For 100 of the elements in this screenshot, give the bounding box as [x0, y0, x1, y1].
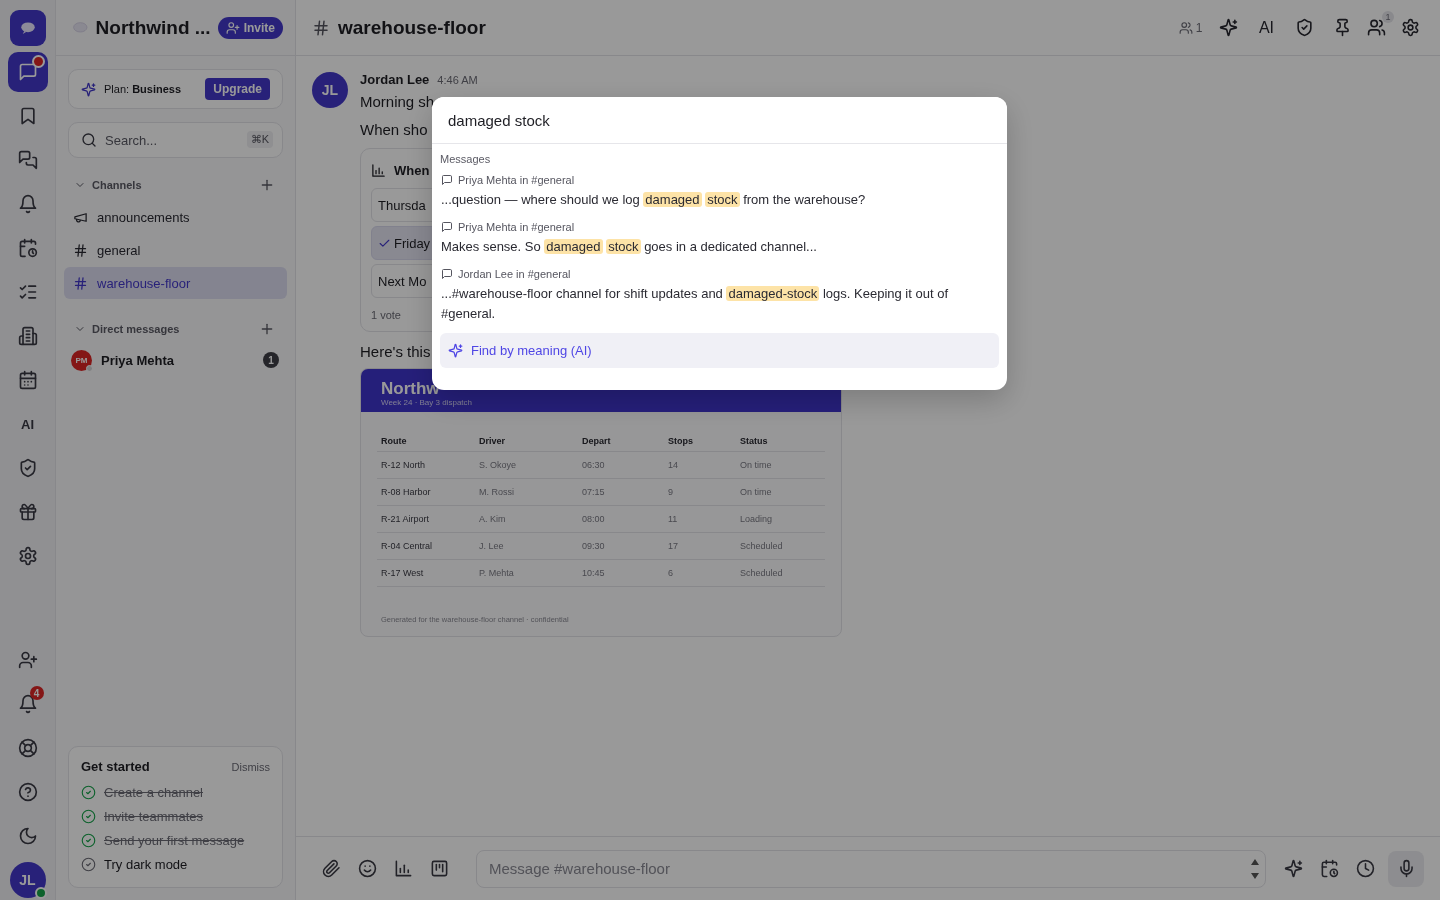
task-label[interactable]: Invite teammates — [104, 808, 203, 824]
upgrade-button[interactable]: Upgrade — [205, 78, 270, 100]
chat-bubble-icon — [17, 62, 38, 82]
building-icon — [17, 326, 38, 346]
table-cell: M. Rossi — [475, 478, 578, 506]
search-result[interactable]: Jordan Lee in #general ...#warehouse-floor channel for shift updates and damaged-stock logs. Keeping it out of #general. — [440, 268, 999, 324]
users-icon — [1367, 18, 1386, 37]
bar-chart-icon — [371, 162, 386, 178]
unread-count: 1 — [263, 352, 279, 368]
schedule-title: Northw — [381, 380, 441, 398]
message-text: Morning sh — [360, 92, 435, 112]
column-header: Route — [377, 432, 475, 452]
table-cell: 11 — [664, 505, 736, 533]
section-label: Messages — [440, 153, 492, 165]
lifebuoy-icon — [17, 738, 38, 758]
chat-bubble-button[interactable] — [7, 52, 48, 92]
column-header: Status — [736, 432, 825, 452]
table-cell: 09:30 — [578, 532, 664, 560]
message-text: When sho — [360, 120, 428, 140]
sparkles-icon — [1219, 18, 1238, 37]
gift-icon — [17, 502, 38, 522]
table-cell: 17 — [664, 532, 736, 560]
user-avatar[interactable]: JL — [9, 862, 46, 898]
section-title[interactable]: Channels — [92, 179, 142, 191]
calendar-clock-icon — [1319, 859, 1339, 878]
card-title: Get started — [81, 759, 150, 774]
channel-item[interactable]: general — [64, 234, 287, 266]
app-logo[interactable] — [9, 10, 46, 46]
message-input[interactable]: Message #warehouse-floor — [476, 849, 1266, 888]
plan-label: Plan: Business — [104, 83, 182, 95]
message-text: Here's this — [360, 342, 431, 362]
table-cell: A. Kim — [475, 505, 578, 533]
search-result[interactable]: Priya Mehta in #general Makes sense. So damaged stock goes in a dedicated channel... — [440, 221, 999, 257]
hash-icon — [73, 242, 88, 258]
table-cell: 14 — [664, 451, 736, 479]
search-result[interactable]: Priya Mehta in #general ...question — where should we log damaged stock from the warehouse? — [440, 174, 999, 210]
members-button[interactable]: 1 — [1367, 10, 1394, 45]
invite-button[interactable]: Invite — [217, 16, 283, 39]
paperclip-icon — [321, 859, 341, 878]
hash-icon — [312, 18, 330, 37]
result-source: Priya Mehta in #general — [458, 221, 575, 233]
section-title[interactable]: Direct messages — [92, 323, 180, 335]
notification-count: 4 — [29, 686, 44, 700]
bar-chart-icon — [393, 859, 413, 878]
schedule-subtitle: Week 24 · Bay 3 dispatch — [381, 398, 473, 407]
table-cell: 06:30 — [578, 451, 664, 479]
member-count-button[interactable]: 1 — [1177, 10, 1204, 45]
help-icon — [17, 782, 38, 802]
table-cell: R-17 West — [377, 559, 475, 587]
calendar-clock-icon — [17, 238, 38, 258]
message-icon — [441, 268, 453, 280]
task-label[interactable]: Create a channel — [104, 784, 203, 800]
schedule-image[interactable] — [360, 368, 842, 637]
table-cell: On time — [736, 451, 825, 479]
table-cell: Scheduled — [736, 559, 825, 587]
column-header: Stops — [664, 432, 736, 452]
table-cell: R-04 Central — [377, 532, 475, 560]
table-cell: R-12 North — [377, 451, 475, 479]
channel-item[interactable]: announcements — [64, 201, 287, 233]
table-cell: S. Okoye — [475, 451, 578, 479]
ai-button[interactable]: AI — [1253, 10, 1280, 45]
add-icon[interactable] — [259, 321, 275, 337]
task-label[interactable]: Send your first message — [104, 832, 245, 848]
sparkles-icon — [81, 81, 96, 97]
result-source: Priya Mehta in #general — [458, 174, 575, 186]
ai-search-option[interactable]: Find by meaning (AI) — [440, 333, 999, 368]
channel-title: warehouse-floor — [338, 16, 486, 39]
users-icon — [1178, 20, 1193, 35]
bell-button[interactable]: 4 — [7, 684, 48, 724]
table-cell: 10:45 — [578, 559, 664, 587]
task-label[interactable]: Try dark mode — [104, 856, 188, 872]
dismiss-link[interactable]: Dismiss — [231, 761, 270, 773]
settings-icon — [1401, 18, 1420, 37]
checklist-icon — [17, 282, 38, 302]
author-name[interactable]: Jordan Lee — [360, 72, 430, 87]
search-input[interactable]: damaged stock — [432, 97, 1007, 144]
smiley-icon — [357, 859, 377, 878]
result-snippet: ...#warehouse-floor channel for shift updates and damaged-stock logs. Keeping it out of #general. — [441, 285, 949, 323]
table-cell: R-21 Airport — [377, 505, 475, 533]
bell-icon — [17, 194, 38, 214]
ai-button[interactable]: AI — [7, 404, 48, 444]
add-icon[interactable] — [259, 177, 275, 193]
microphone-button[interactable] — [1388, 850, 1424, 887]
hash-icon — [73, 275, 88, 291]
user-avatar: PM — [71, 349, 92, 371]
table-cell: On time — [736, 478, 825, 506]
workspace-name[interactable]: Northwind ... — [95, 16, 211, 39]
column-header: Driver — [475, 432, 578, 452]
table-cell: Loading — [736, 505, 825, 533]
contact-name[interactable]: Priya Mehta — [101, 352, 174, 368]
channel-item[interactable]: warehouse-floor — [64, 267, 287, 299]
shield-check-icon — [1295, 18, 1314, 37]
table-cell: R-08 Harbor — [377, 478, 475, 506]
shortcut-hint: ⌘K — [246, 131, 273, 148]
sparkles-icon — [1283, 859, 1303, 878]
calendar-icon — [17, 370, 38, 390]
table-cell: P. Mehta — [475, 559, 578, 587]
moon-icon — [17, 826, 38, 846]
resize-arrows-icon[interactable] — [1250, 857, 1260, 880]
table-cell: 6 — [664, 559, 736, 587]
